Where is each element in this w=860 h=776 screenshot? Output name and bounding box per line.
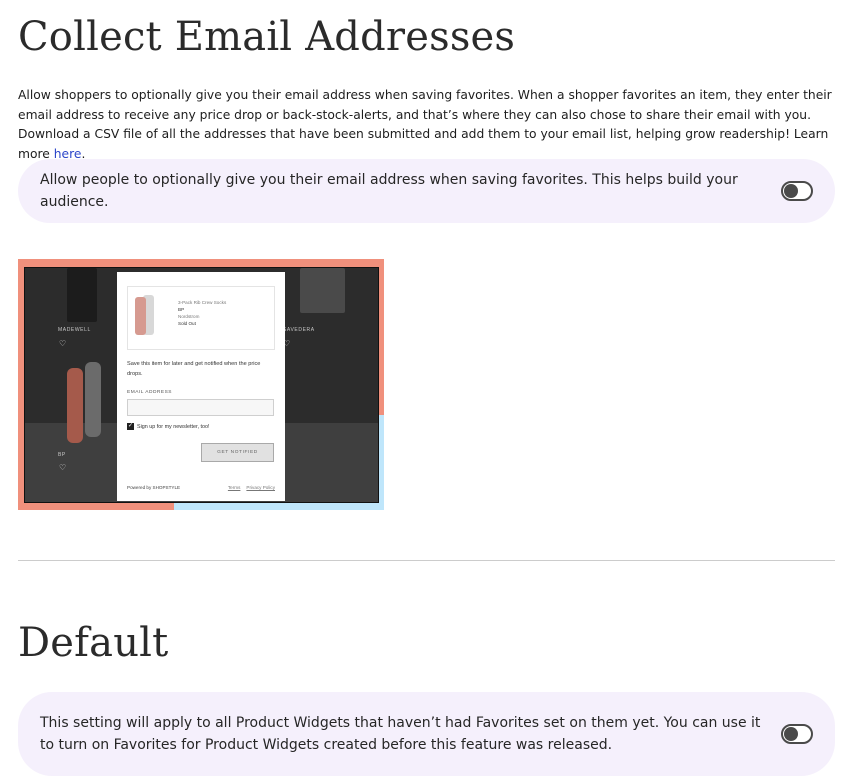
modal-powered-by: Powered by SHOPSTYLE (127, 485, 181, 490)
modal-email-label: EMAIL ADDRESS (127, 390, 172, 395)
checkbox-checked-icon: ✓ (127, 423, 134, 430)
heart-icon: ♡ (59, 339, 67, 348)
heart-icon: ♡ (59, 463, 67, 472)
modal-message: Save this item for later and get notifie… (127, 361, 261, 377)
preview-screen: MADEWELL SAVEDERA ♡ ♡ BP ♡ 3-Pack Rib Cr… (24, 267, 379, 503)
preview-favorite-modal: 3-Pack Rib Crew Socks BP Nordstrom Sold … (117, 272, 285, 501)
preview-brand-bottom: BP (58, 452, 66, 458)
collect-email-title: Collect Email Addresses (18, 14, 516, 60)
modal-privacy-link: Privacy Policy (246, 485, 275, 490)
preview-product-right (300, 268, 345, 313)
default-setting-card: This setting will apply to all Product W… (18, 692, 835, 776)
modal-newsletter-label: Sign up for my newsletter, too! (137, 423, 210, 430)
collect-email-setting-text: Allow people to optionally give you thei… (40, 172, 738, 210)
collect-email-toggle[interactable] (781, 181, 813, 201)
modal-email-input (127, 399, 274, 416)
modal-get-notified-button: GET NOTIFIED (201, 443, 274, 462)
modal-product-retailer: Nordstrom (178, 314, 200, 319)
modal-product-meta: 3-Pack Rib Crew Socks BP Nordstrom Sold … (178, 299, 226, 327)
modal-footer: Powered by SHOPSTYLE Terms Privacy Policy (127, 485, 275, 490)
default-title: Default (18, 620, 169, 666)
default-favorites-toggle[interactable] (781, 724, 813, 744)
modal-footer-links: Terms Privacy Policy (222, 485, 275, 490)
modal-sock-red (135, 297, 146, 335)
favorites-preview-image: MADEWELL SAVEDERA ♡ ♡ BP ♡ 3-Pack Rib Cr… (18, 259, 384, 510)
modal-product-status: Sold Out (178, 321, 196, 326)
preview-brand-left: MADEWELL (58, 327, 91, 333)
modal-product-brand: BP (178, 307, 185, 312)
preview-sock-red (67, 368, 83, 443)
modal-terms-link: Terms (227, 485, 241, 490)
default-setting-text: This setting will apply to all Product W… (40, 715, 761, 753)
toggle-knob (784, 184, 798, 198)
collect-email-setting-card: Allow people to optionally give you thei… (18, 159, 835, 223)
preview-product-shirt (67, 268, 97, 322)
collect-email-description: Allow shoppers to optionally give you th… (18, 86, 833, 164)
description-text: Allow shoppers to optionally give you th… (18, 88, 832, 161)
section-divider (18, 560, 835, 561)
toggle-knob (784, 727, 798, 741)
modal-product-card: 3-Pack Rib Crew Socks BP Nordstrom Sold … (127, 286, 275, 350)
modal-product-name: 3-Pack Rib Crew Socks (178, 300, 227, 305)
preview-brand-right: SAVEDERA (283, 327, 315, 333)
preview-sock-grey (85, 362, 101, 437)
modal-newsletter-row: ✓ Sign up for my newsletter, too! (127, 423, 210, 430)
